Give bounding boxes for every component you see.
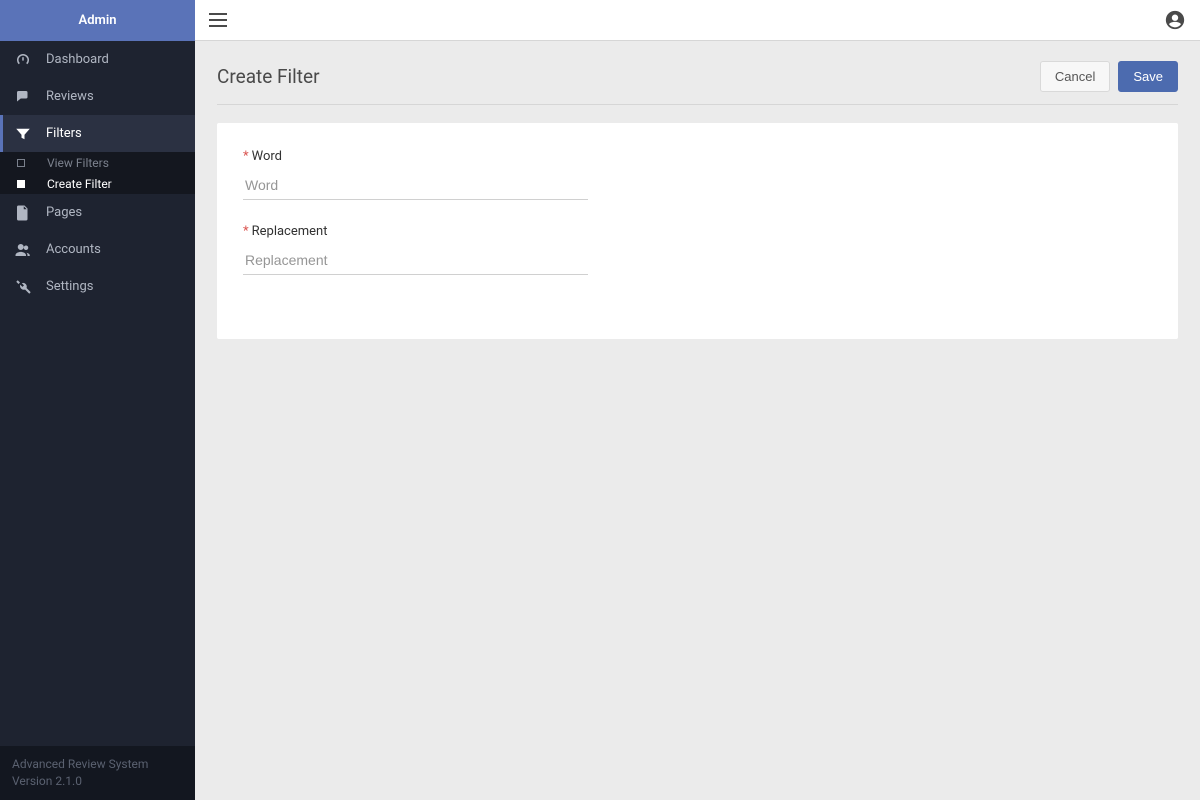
word-label: *Word [243,149,588,164]
page-header: Create Filter Cancel Save [217,61,1178,105]
sidebar-item-settings[interactable]: Settings [0,268,195,305]
sidebar-item-filters[interactable]: Filters [0,115,195,152]
sidebar-item-label: Settings [46,279,93,294]
sidebar-footer: Advanced Review System Version 2.1.0 [0,746,195,800]
sidebar-item-label: Dashboard [46,52,109,67]
form-card: *Word *Replacement [217,123,1178,339]
users-icon [14,241,32,259]
sidebar-nav: Dashboard Reviews Filters View Fi [0,41,195,746]
tools-icon [14,278,32,296]
page-icon [14,204,32,222]
bullet-icon [17,159,25,167]
form-group-word: *Word [243,149,588,200]
hamburger-icon[interactable] [209,13,227,27]
footer-version: Version 2.1.0 [12,773,183,790]
sidebar-item-reviews[interactable]: Reviews [0,78,195,115]
filter-icon [14,125,32,143]
cancel-button[interactable]: Cancel [1040,61,1110,92]
sidebar-subnav-filters: View Filters Create Filter [0,152,195,194]
sidebar-item-pages[interactable]: Pages [0,194,195,231]
sidebar-item-label: Reviews [46,89,94,104]
main: Create Filter Cancel Save *Word *Replace… [195,0,1200,800]
page-title: Create Filter [217,65,1040,88]
sidebar-sub-label: Create Filter [47,177,112,191]
replacement-label: *Replacement [243,224,588,239]
sidebar-item-label: Accounts [46,242,101,257]
bullet-icon [17,180,25,188]
content: Create Filter Cancel Save *Word *Replace… [195,41,1200,800]
sidebar-item-label: Pages [46,205,82,220]
sidebar-item-label: Filters [46,126,82,141]
gauge-icon [14,51,32,69]
required-asterisk: * [243,224,249,239]
replacement-input[interactable] [243,247,588,275]
sidebar-brand[interactable]: Admin [0,0,195,41]
sidebar-sub-label: View Filters [47,156,109,170]
footer-product: Advanced Review System [12,756,183,773]
form-group-replacement: *Replacement [243,224,588,275]
topbar [195,0,1200,41]
sidebar-sub-view-filters[interactable]: View Filters [0,152,195,173]
sidebar-item-dashboard[interactable]: Dashboard [0,41,195,78]
sidebar-sub-create-filter[interactable]: Create Filter [0,173,195,194]
sidebar: Admin Dashboard Reviews Filt [0,0,195,800]
user-circle-icon[interactable] [1164,9,1186,31]
word-input[interactable] [243,172,588,200]
required-asterisk: * [243,149,249,164]
save-button[interactable]: Save [1118,61,1178,92]
sidebar-item-accounts[interactable]: Accounts [0,231,195,268]
comments-icon [14,88,32,106]
